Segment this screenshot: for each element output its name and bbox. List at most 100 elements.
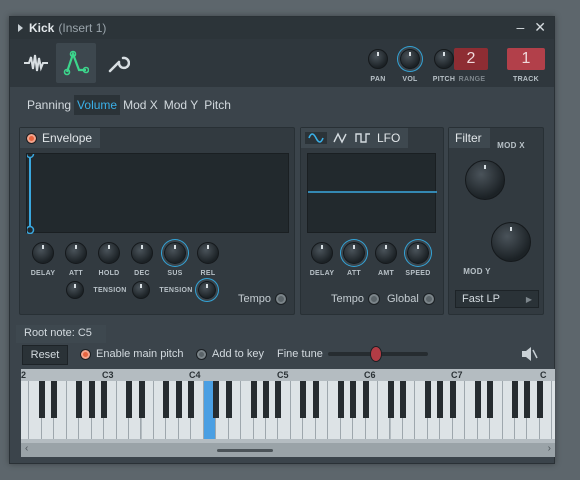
black-key[interactable] (101, 381, 108, 418)
tab-volume[interactable]: Volume (74, 95, 121, 115)
white-key[interactable] (552, 381, 555, 439)
misc-tab-button[interactable] (98, 43, 138, 83)
filter-cutoff-knob[interactable] (465, 160, 505, 200)
black-key[interactable] (350, 381, 357, 418)
black-key[interactable] (188, 381, 195, 418)
tab-pitch[interactable]: Pitch (201, 95, 234, 115)
black-key[interactable] (312, 381, 319, 418)
add-to-key-option[interactable]: Add to key (196, 348, 264, 360)
lfo-speed-label: SPEED (405, 270, 431, 277)
black-key[interactable] (88, 381, 95, 418)
attack-tension-label: TENSION (93, 287, 127, 294)
black-key[interactable] (175, 381, 182, 418)
reset-button[interactable]: Reset (22, 345, 68, 365)
envelope-header[interactable]: Envelope (20, 128, 101, 148)
black-key[interactable] (487, 381, 494, 418)
black-key[interactable] (387, 381, 394, 418)
tab-panning[interactable]: Panning (24, 95, 74, 115)
black-key[interactable] (300, 381, 307, 418)
speaker-icon[interactable] (520, 346, 538, 362)
env-decay-knob[interactable] (131, 242, 153, 264)
filter-resonance-knob[interactable] (491, 222, 531, 262)
volume-label: VOL (402, 76, 418, 83)
lfo-tempo-option[interactable]: Tempo (331, 293, 381, 305)
piano-keyboard[interactable]: 2 C3 C4 C5 C6 C7 C ‹ › (21, 369, 555, 457)
envelope-tempo-option[interactable]: Tempo (238, 293, 288, 305)
plugin-tab-button[interactable] (16, 43, 56, 83)
black-key[interactable] (536, 381, 543, 418)
filter-type-select[interactable]: Fast LP ▶ (455, 290, 539, 308)
enable-main-pitch-radio[interactable] (80, 348, 91, 360)
lfo-global-option[interactable]: Global (387, 293, 435, 305)
lfo-speed-knob[interactable] (407, 242, 429, 264)
envelope-display[interactable] (26, 153, 289, 234)
track-number-box[interactable]: 1 (507, 48, 545, 70)
lfo-global-radio[interactable] (422, 293, 435, 305)
close-button[interactable]: ✕ (534, 19, 546, 36)
release-tension-knob[interactable] (198, 281, 216, 299)
env-release-knob[interactable] (197, 242, 219, 264)
envelope-panel: Envelope DELAY ATT HOLD DEC SUS REL TENS… (19, 127, 295, 315)
env-attack-knob[interactable] (65, 242, 87, 264)
attack-tension-knob[interactable] (66, 281, 84, 299)
black-key[interactable] (250, 381, 257, 418)
minimize-button[interactable]: – (516, 19, 524, 36)
black-key[interactable] (424, 381, 431, 418)
black-key[interactable] (275, 381, 282, 418)
black-key[interactable] (225, 381, 232, 418)
volume-knob[interactable] (400, 49, 420, 69)
env-sustain-knob[interactable] (164, 242, 186, 264)
tab-mod-x[interactable]: Mod X (120, 95, 161, 115)
black-key[interactable] (449, 381, 456, 418)
black-key[interactable] (474, 381, 481, 418)
tab-mod-y[interactable]: Mod Y (161, 95, 201, 115)
octave-label: C7 (451, 370, 463, 380)
decay-tension-knob[interactable] (132, 281, 150, 299)
envelope-tempo-radio[interactable] (275, 293, 288, 305)
decay-tension-label: TENSION (159, 287, 193, 294)
fine-tune-slider[interactable] (328, 346, 428, 362)
env-delay-knob[interactable] (32, 242, 54, 264)
black-key[interactable] (51, 381, 58, 418)
collapse-arrow-icon[interactable] (18, 24, 23, 32)
add-to-key-radio[interactable] (196, 348, 207, 360)
scroll-left-icon[interactable]: ‹ (25, 443, 28, 454)
black-key[interactable] (138, 381, 145, 418)
pan-knob[interactable] (368, 49, 388, 69)
lfo-amount-knob[interactable] (375, 242, 397, 264)
black-key[interactable] (38, 381, 45, 418)
pitch-knob[interactable] (434, 49, 454, 69)
window-title: Kick (29, 21, 55, 35)
lfo-tempo-radio[interactable] (368, 293, 381, 305)
env-sustain-label: SUS (167, 270, 183, 277)
env-hold-label: HOLD (98, 270, 120, 277)
lfo-delay-knob[interactable] (311, 242, 333, 264)
black-key[interactable] (76, 381, 83, 418)
black-key[interactable] (163, 381, 170, 418)
lfo-display[interactable] (307, 153, 437, 233)
title-bar[interactable]: Kick (Insert 1) – ✕ (10, 17, 554, 39)
env-hold-knob[interactable] (98, 242, 120, 264)
black-key[interactable] (399, 381, 406, 418)
scroll-right-icon[interactable]: › (548, 443, 551, 454)
black-key[interactable] (213, 381, 220, 418)
black-key[interactable] (337, 381, 344, 418)
black-key[interactable] (512, 381, 518, 418)
sine-wave-button[interactable] (305, 132, 327, 144)
keyboard-scrollbar[interactable]: ‹ › (21, 443, 555, 457)
square-wave-button[interactable] (355, 132, 371, 144)
black-key[interactable] (524, 381, 531, 418)
fine-tune-handle[interactable] (370, 346, 382, 362)
pitch-range-box[interactable]: 2 (454, 48, 488, 70)
black-key[interactable] (437, 381, 444, 418)
envelope-tab-button[interactable] (56, 43, 96, 83)
lfo-attack-knob[interactable] (343, 242, 365, 264)
black-key[interactable] (362, 381, 369, 418)
white-key[interactable] (21, 381, 30, 439)
black-key[interactable] (263, 381, 269, 418)
scrollbar-thumb[interactable] (217, 449, 273, 452)
triangle-wave-button[interactable] (333, 132, 349, 144)
enable-main-pitch-option[interactable]: Enable main pitch (80, 348, 183, 360)
black-key[interactable] (126, 381, 133, 418)
envelope-enable-radio[interactable] (26, 132, 37, 144)
